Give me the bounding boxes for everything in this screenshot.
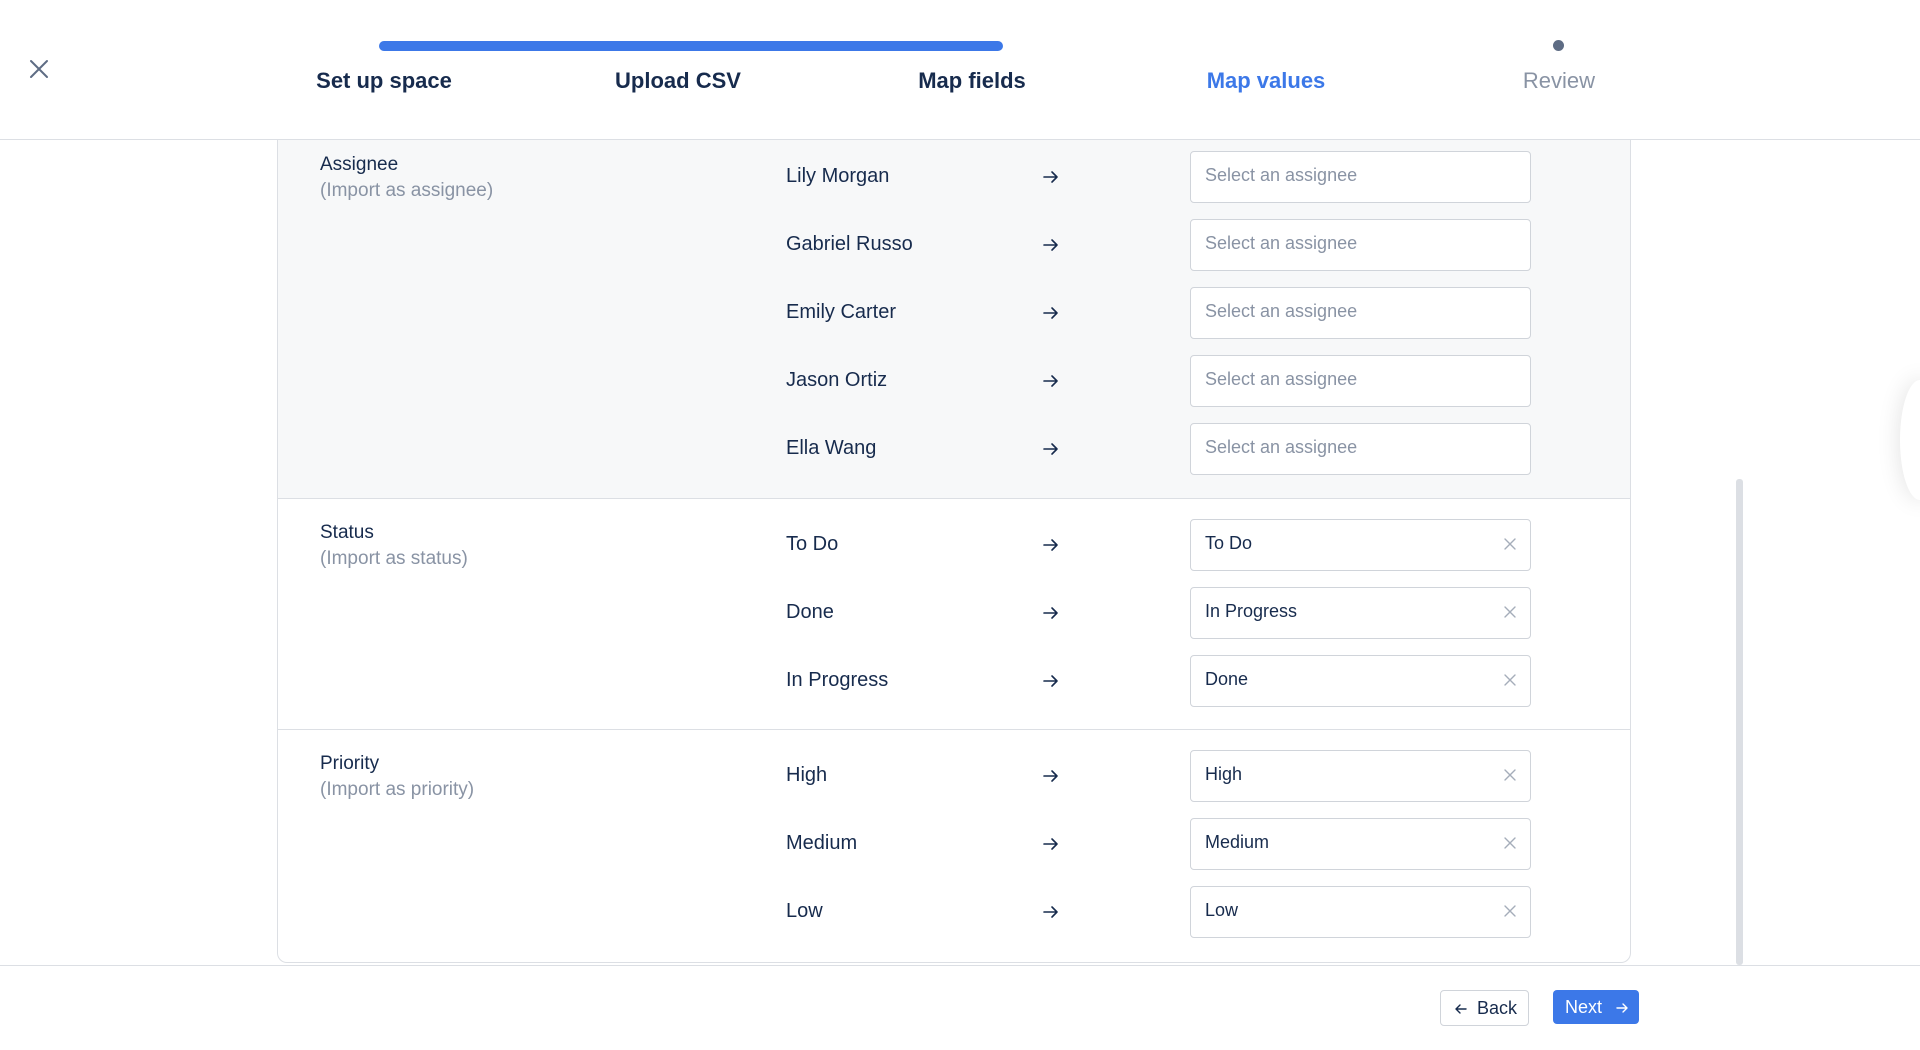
source-value: Medium bbox=[786, 832, 858, 854]
assignee-section: Assignee (Import as assignee) Lily Morga… bbox=[278, 140, 1630, 499]
select-value: High bbox=[1205, 764, 1243, 784]
assignee-select[interactable]: Select an assignee bbox=[1190, 287, 1531, 339]
priority-select[interactable]: Low bbox=[1190, 886, 1531, 938]
arrow-right-icon bbox=[1043, 906, 1058, 918]
assignee-select[interactable]: Select an assignee bbox=[1190, 151, 1531, 203]
select-placeholder: Select an assignee bbox=[1205, 437, 1358, 457]
source-value: Ella Wang bbox=[786, 437, 877, 459]
status-select[interactable]: In Progress bbox=[1190, 587, 1531, 639]
status-section: Status (Import as status) To Do To Do Do… bbox=[278, 498, 1630, 730]
map-values-content: Assignee (Import as assignee) Lily Morga… bbox=[0, 140, 1920, 965]
step-upload-csv[interactable]: Upload CSV bbox=[558, 68, 798, 94]
source-value: Done bbox=[786, 601, 834, 623]
select-placeholder: Select an assignee bbox=[1205, 301, 1358, 321]
arrow-right-icon bbox=[1043, 770, 1058, 782]
arrow-right-icon bbox=[1043, 307, 1058, 319]
arrow-left-icon bbox=[1455, 1004, 1467, 1014]
arrow-right-icon bbox=[1043, 607, 1058, 619]
step-review: Review bbox=[1522, 68, 1596, 93]
mapping-row: Emily Carter Select an assignee bbox=[278, 287, 1630, 339]
source-value: In Progress bbox=[786, 669, 889, 691]
mapping-row: To Do To Do bbox=[278, 519, 1630, 571]
progress-bar bbox=[379, 41, 1271, 51]
priority-select[interactable]: High bbox=[1190, 750, 1531, 802]
wizard-footer: Back Next bbox=[0, 965, 1920, 1050]
status-select[interactable]: To Do bbox=[1190, 519, 1531, 571]
arrow-right-icon bbox=[1043, 171, 1058, 183]
select-placeholder: Select an assignee bbox=[1205, 369, 1358, 389]
mapping-row: Lily Morgan Select an assignee bbox=[278, 151, 1630, 203]
select-placeholder: Select an assignee bbox=[1205, 165, 1358, 185]
source-value: Jason Ortiz bbox=[786, 369, 888, 391]
source-value: High bbox=[786, 764, 828, 786]
source-value: Gabriel Russo bbox=[786, 233, 913, 255]
mapping-row: Gabriel Russo Select an assignee bbox=[278, 219, 1630, 271]
next-label: Next bbox=[1565, 997, 1603, 1017]
clear-icon[interactable] bbox=[1503, 605, 1517, 619]
wizard-header: Set up space Upload CSV Map fields Map v… bbox=[0, 0, 1920, 140]
mapping-row: High High bbox=[278, 750, 1630, 802]
mapping-panel: Assignee (Import as assignee) Lily Morga… bbox=[277, 140, 1631, 963]
source-value: Low bbox=[786, 900, 823, 922]
source-value: Emily Carter bbox=[786, 301, 897, 323]
step-map-fields[interactable]: Map fields bbox=[852, 68, 1092, 94]
arrow-right-icon bbox=[1043, 675, 1058, 687]
select-value: Medium bbox=[1205, 832, 1270, 852]
mapping-row: In Progress Done bbox=[278, 655, 1630, 707]
step-map-values[interactable]: Map values bbox=[1146, 68, 1386, 94]
arrow-right-icon bbox=[1043, 375, 1058, 387]
back-button[interactable]: Back bbox=[1440, 990, 1529, 1026]
review-step-dot bbox=[1553, 40, 1564, 51]
source-value: To Do bbox=[786, 533, 839, 555]
source-value: Lily Morgan bbox=[786, 165, 890, 187]
clear-icon[interactable] bbox=[1503, 904, 1517, 918]
select-value: Low bbox=[1205, 900, 1239, 920]
priority-section: Priority (Import as priority) High High … bbox=[278, 729, 1630, 962]
assignee-select[interactable]: Select an assignee bbox=[1190, 423, 1531, 475]
progress-fill bbox=[379, 41, 1004, 51]
close-button[interactable] bbox=[26, 56, 52, 82]
clear-icon[interactable] bbox=[1503, 537, 1517, 551]
assignee-select[interactable]: Select an assignee bbox=[1190, 355, 1531, 407]
mapping-row: Low Low bbox=[278, 886, 1630, 938]
select-value: In Progress bbox=[1205, 601, 1298, 621]
clear-icon[interactable] bbox=[1503, 836, 1517, 850]
arrow-right-icon bbox=[1616, 1003, 1628, 1013]
clear-icon[interactable] bbox=[1503, 673, 1517, 687]
select-value: Done bbox=[1205, 669, 1249, 689]
mapping-row: Jason Ortiz Select an assignee bbox=[278, 355, 1630, 407]
assignee-select[interactable]: Select an assignee bbox=[1190, 219, 1531, 271]
status-select[interactable]: Done bbox=[1190, 655, 1531, 707]
back-label: Back bbox=[1477, 998, 1518, 1018]
step-set-up-space[interactable]: Set up space bbox=[264, 68, 504, 94]
close-icon bbox=[30, 60, 48, 78]
mapping-row: Done In Progress bbox=[278, 587, 1630, 639]
next-button[interactable]: Next bbox=[1553, 990, 1639, 1024]
select-value: To Do bbox=[1205, 533, 1253, 553]
arrow-right-icon bbox=[1043, 443, 1058, 455]
arrow-right-icon bbox=[1043, 838, 1058, 850]
mapping-row: Ella Wang Select an assignee bbox=[278, 423, 1630, 475]
arrow-right-icon bbox=[1043, 239, 1058, 251]
select-placeholder: Select an assignee bbox=[1205, 233, 1358, 253]
priority-select[interactable]: Medium bbox=[1190, 818, 1531, 870]
clear-icon[interactable] bbox=[1503, 768, 1517, 782]
arrow-right-icon bbox=[1043, 539, 1058, 551]
scrollbar[interactable] bbox=[1736, 479, 1743, 965]
mapping-row: Medium Medium bbox=[278, 818, 1630, 870]
